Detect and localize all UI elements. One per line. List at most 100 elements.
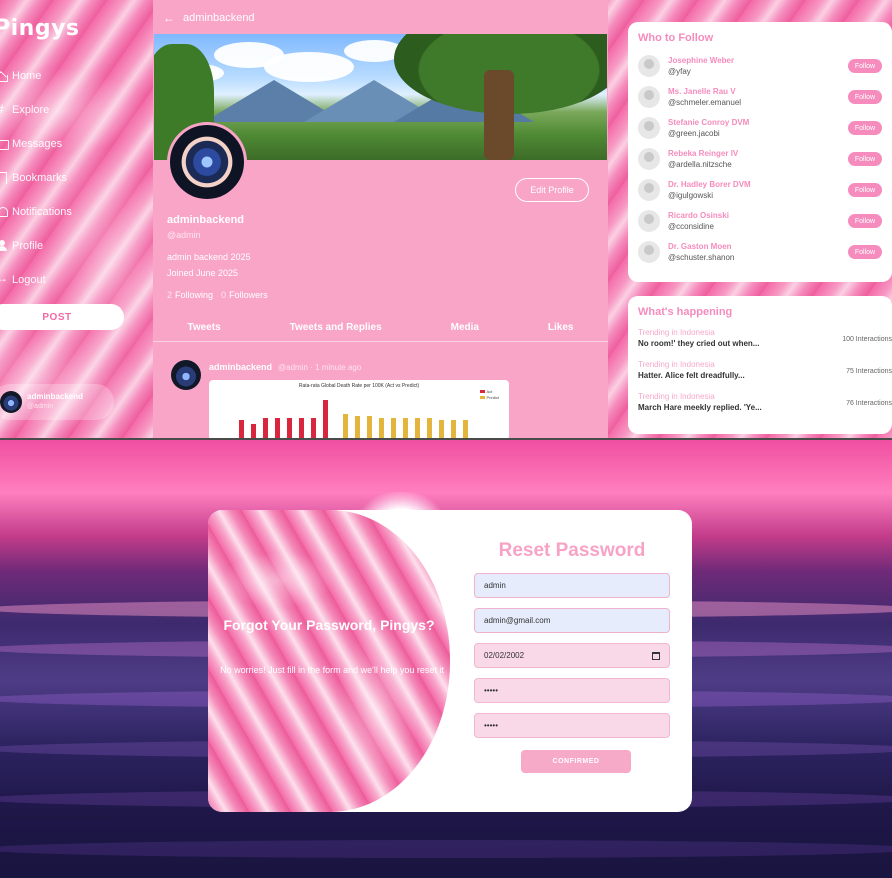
follow-button[interactable]: Follow	[848, 90, 882, 104]
tab-tweets-and-replies[interactable]: Tweets and Replies	[290, 318, 382, 341]
sidebar-item-label: Bookmarks	[12, 172, 68, 184]
mail-icon	[0, 138, 9, 150]
logout-icon	[0, 271, 8, 286]
follow-button[interactable]: Follow	[848, 121, 882, 135]
sidebar-item-label: Explore	[12, 104, 50, 116]
followers-count: 0	[221, 290, 227, 300]
email-field[interactable]: admin@gmail.com	[474, 608, 670, 633]
suggested-user-handle: @green.jacobi	[668, 129, 720, 138]
trend-count: 76 Interactions	[846, 400, 892, 407]
account-name: adminbackend	[27, 392, 84, 401]
whats-happening-title: What's happening	[638, 306, 733, 318]
followers-link[interactable]: 0 Followers	[221, 290, 268, 300]
suggested-user: Ricardo Osinski @cconsidine Follow	[638, 207, 890, 235]
suggested-user-name[interactable]: Rebeka Reinger IV	[668, 148, 838, 159]
confirm-password-field[interactable]: •••••	[474, 713, 670, 738]
suggested-user-name[interactable]: Dr. Gaston Moen	[668, 241, 838, 252]
suggested-user: Rebeka Reinger IV @ardella.nitzsche Follo…	[638, 145, 890, 173]
avatar	[0, 391, 22, 413]
tweet-chart-bar	[239, 420, 244, 438]
sidebar-item-logout[interactable]: Logout	[0, 271, 46, 288]
new-password-field[interactable]: •••••	[474, 678, 670, 703]
bookmark-icon	[0, 172, 8, 184]
suggested-user-name[interactable]: Dr. Hadley Borer DVM	[668, 179, 838, 190]
tweet-chart-bar	[287, 418, 292, 438]
tab-tweets[interactable]: Tweets	[187, 318, 220, 341]
trend-label: Trending in Indonesia	[638, 328, 715, 337]
sidebar-item-label: Profile	[12, 240, 44, 252]
forgot-password-subtitle: No worries! Just fill in the form and we…	[220, 665, 444, 675]
post-button[interactable]: POST	[0, 304, 124, 330]
sidebar-item-messages[interactable]: Messages	[0, 136, 62, 152]
following-label: Following	[175, 290, 214, 300]
right-column: Who to Follow Josephine Weber @yfay Follo…	[628, 0, 892, 438]
page-title: adminbackend	[183, 12, 255, 24]
birthdate-field[interactable]: 02/02/2002	[474, 643, 670, 668]
suggested-user-name[interactable]: Ricardo Osinski	[668, 210, 838, 221]
follow-button[interactable]: Follow	[848, 183, 882, 197]
suggested-user: Dr. Gaston Moen @schuster.shanon Follow	[638, 238, 890, 266]
suggested-user-name[interactable]: Ms. Janelle Rau V	[668, 86, 838, 97]
confirm-button[interactable]: CONFIRMED	[521, 750, 631, 773]
profile-name: adminbackend	[167, 214, 245, 226]
follow-button[interactable]: Follow	[848, 214, 882, 228]
follow-button[interactable]: Follow	[848, 152, 882, 166]
avatar	[638, 55, 660, 77]
calendar-icon[interactable]	[652, 652, 660, 660]
following-link[interactable]: 2 Following	[167, 290, 213, 300]
home-icon	[0, 70, 8, 82]
followers-label: Followers	[229, 290, 268, 300]
profile-main: ← adminbackend Edit Profile adminbackend…	[153, 0, 608, 438]
trend-item[interactable]: Trending in Indonesia No room!' they cri…	[638, 328, 892, 354]
suggested-user-name[interactable]: Stefanie Conroy DVM	[668, 117, 838, 128]
follow-button[interactable]: Follow	[848, 59, 882, 73]
sidebar-item-home[interactable]: Home	[0, 68, 41, 84]
brand-logo: Pingys	[0, 16, 80, 41]
tweet-avatar[interactable]	[171, 360, 201, 390]
tweet-chart-bar	[251, 424, 256, 438]
tweet-chart-bar	[439, 420, 444, 438]
trend-count: 100 Interactions	[842, 336, 892, 343]
trend-item[interactable]: Trending in Indonesia March Hare meekly …	[638, 392, 892, 418]
sidebar-item-label: Messages	[12, 138, 63, 150]
reset-password-card: Forgot Your Password, Pingys? No worries…	[208, 510, 692, 812]
profile-handle: @admin	[167, 230, 201, 240]
suggested-user-name[interactable]: Josephine Weber	[668, 55, 838, 66]
username-field[interactable]: admin	[474, 573, 670, 598]
tweet-chart-bar	[275, 418, 280, 438]
follow-button[interactable]: Follow	[848, 245, 882, 259]
suggested-user-handle: @igulgowski	[668, 191, 714, 200]
bell-icon	[0, 206, 8, 218]
tweet-chart-bar	[311, 418, 316, 438]
edit-profile-button[interactable]: Edit Profile	[515, 178, 589, 202]
sidebar-item-notifications[interactable]: Notifications	[0, 204, 72, 220]
account-switcher[interactable]: adminbackend @admin	[0, 384, 114, 420]
sidebar-item-label: Home	[12, 70, 42, 82]
trend-count: 75 Interactions	[846, 368, 892, 375]
reset-password-title: Reset Password	[498, 540, 646, 561]
follow-stats: 2 Following 0 Followers	[167, 290, 268, 300]
tweet-chart-image[interactable]: Rata-rata Global Death Rate per 100K (Ac…	[209, 380, 509, 438]
trend-text: March Hare meekly replied. 'Ye...	[638, 403, 762, 412]
back-arrow-icon[interactable]: ←	[163, 11, 175, 25]
tab-media[interactable]: Media	[451, 318, 479, 341]
following-count: 2	[167, 290, 173, 300]
tab-likes[interactable]: Likes	[548, 318, 574, 341]
account-handle: @admin	[27, 403, 54, 410]
tweet-chart-bars	[239, 400, 468, 438]
tweet-chart-bar	[427, 418, 432, 438]
suggested-user-handle: @schmeler.emanuel	[668, 98, 742, 107]
marble-art-panel: Forgot Your Password, Pingys? No worries…	[208, 510, 450, 812]
trend-label: Trending in Indonesia	[638, 392, 715, 401]
tweet-author[interactable]: adminbackend	[209, 362, 272, 372]
suggested-user: Ms. Janelle Rau V @schmeler.emanuel Follo…	[638, 83, 890, 111]
sidebar-item-profile[interactable]: Profile	[0, 238, 43, 254]
sidebar-item-bookmarks[interactable]: Bookmarks	[0, 170, 67, 186]
trend-item[interactable]: Trending in Indonesia Hatter. Alice felt…	[638, 360, 892, 386]
suggested-user: Stefanie Conroy DVM @green.jacobi Follow	[638, 114, 890, 142]
tweet-chart-bar	[367, 416, 372, 438]
trend-text: No room!' they cried out when...	[638, 339, 760, 348]
suggested-user-handle: @yfay	[668, 67, 691, 76]
sidebar-item-explore[interactable]: Explore	[0, 102, 49, 118]
profile-topbar: ← adminbackend	[153, 4, 608, 32]
